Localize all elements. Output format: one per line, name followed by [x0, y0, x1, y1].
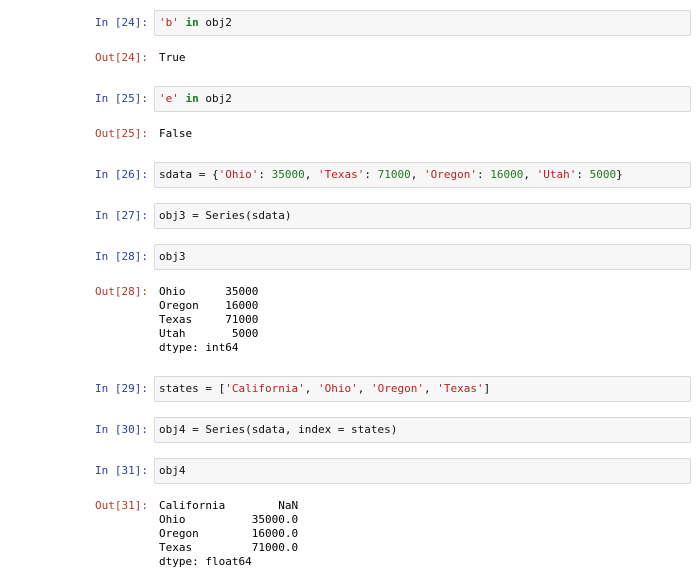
cell-24-output-row: Out[24]: True — [91, 45, 691, 71]
code-number: 35000 — [271, 168, 305, 181]
in-prompt-30: In [30]: — [95, 423, 148, 436]
cell-24-input-row: In [24]: 'b' in obj2 — [91, 10, 691, 36]
code-token: , — [423, 382, 438, 395]
code-cell-27[interactable]: obj3 = Series(sdata) — [154, 203, 691, 229]
output-31: California NaN Ohio 35000.0 Oregon 16000… — [159, 499, 299, 568]
code-token: : — [364, 168, 378, 181]
code-token: 'e' — [159, 92, 179, 105]
code-token: , — [357, 382, 371, 395]
code-cell-26[interactable]: sdata = {'Ohio': 35000, 'Texas': 71000, … — [154, 162, 691, 188]
in-prompt-26: In [26]: — [95, 168, 148, 181]
code-cell-28[interactable]: obj3 — [154, 244, 691, 270]
cell-25-output-row: Out[25]: False — [91, 121, 691, 147]
code-number: 71000 — [377, 168, 411, 181]
code-string: 'Ohio' — [317, 382, 358, 395]
output-25: False — [159, 127, 193, 140]
code-token: ] — [483, 382, 491, 395]
code-cell-25[interactable]: 'e' in obj2 — [154, 86, 691, 112]
output-24: True — [159, 51, 186, 64]
cell-30-input-row: In [30]: obj4 = Series(sdata, index = st… — [91, 417, 691, 443]
code-cell-31[interactable]: obj4 — [154, 458, 691, 484]
cell-26-input-row: In [26]: sdata = {'Ohio': 35000, 'Texas'… — [91, 162, 691, 188]
code-token: obj2 — [198, 16, 232, 29]
code-string: 'California' — [225, 382, 305, 395]
code-string: 'Oregon' — [423, 168, 477, 181]
in-prompt-28: In [28]: — [95, 250, 148, 263]
code-token: sdata = { — [159, 168, 219, 181]
in-prompt-27: In [27]: — [95, 209, 148, 222]
cell-28-input-row: In [28]: obj3 — [91, 244, 691, 270]
code-string: 'Texas' — [437, 382, 484, 395]
code-token: , — [304, 168, 318, 181]
code-string: 'Utah' — [536, 168, 577, 181]
cell-29-input-row: In [29]: states = ['California', 'Ohio',… — [91, 376, 691, 402]
out-prompt-24: Out[24]: — [95, 51, 148, 64]
cell-31-input-row: In [31]: obj4 — [91, 458, 691, 484]
code-token: , — [410, 168, 424, 181]
notebook: In [24]: 'b' in obj2 Out[24]: True In [2… — [91, 10, 691, 584]
in-prompt-24: In [24]: — [95, 16, 148, 29]
code-token: } — [616, 168, 623, 181]
out-prompt-25: Out[25]: — [95, 127, 148, 140]
out-prompt-28: Out[28]: — [95, 285, 148, 298]
code-token: : — [476, 168, 491, 181]
code-string: 'Ohio' — [218, 168, 259, 181]
code-token: : — [576, 168, 590, 181]
code-token: 'b' — [159, 16, 179, 29]
code-cell-30[interactable]: obj4 = Series(sdata, index = states) — [154, 417, 691, 443]
in-prompt-31: In [31]: — [95, 464, 148, 477]
output-28: Ohio 35000 Oregon 16000 Texas 71000 Utah… — [159, 285, 259, 354]
in-prompt-29: In [29]: — [95, 382, 148, 395]
code-token: obj2 — [198, 92, 232, 105]
code-token: , — [523, 168, 537, 181]
in-prompt-25: In [25]: — [95, 92, 148, 105]
code-keyword: in — [185, 16, 199, 29]
code-keyword: in — [185, 92, 199, 105]
code-number: 5000 — [589, 168, 617, 181]
code-string: 'Texas' — [317, 168, 365, 181]
out-prompt-31: Out[31]: — [95, 499, 148, 512]
code-number: 16000 — [490, 168, 524, 181]
cell-31-output-row: Out[31]: California NaN Ohio 35000.0 Ore… — [91, 493, 691, 575]
code-token: , — [304, 382, 318, 395]
code-token: : — [258, 168, 272, 181]
cell-28-output-row: Out[28]: Ohio 35000 Oregon 16000 Texas 7… — [91, 279, 691, 361]
cell-27-input-row: In [27]: obj3 = Series(sdata) — [91, 203, 691, 229]
cell-25-input-row: In [25]: 'e' in obj2 — [91, 86, 691, 112]
code-string: 'Oregon' — [370, 382, 424, 395]
code-cell-24[interactable]: 'b' in obj2 — [154, 10, 691, 36]
code-token: states = [ — [159, 382, 226, 395]
code-cell-29[interactable]: states = ['California', 'Ohio', 'Oregon'… — [154, 376, 691, 402]
